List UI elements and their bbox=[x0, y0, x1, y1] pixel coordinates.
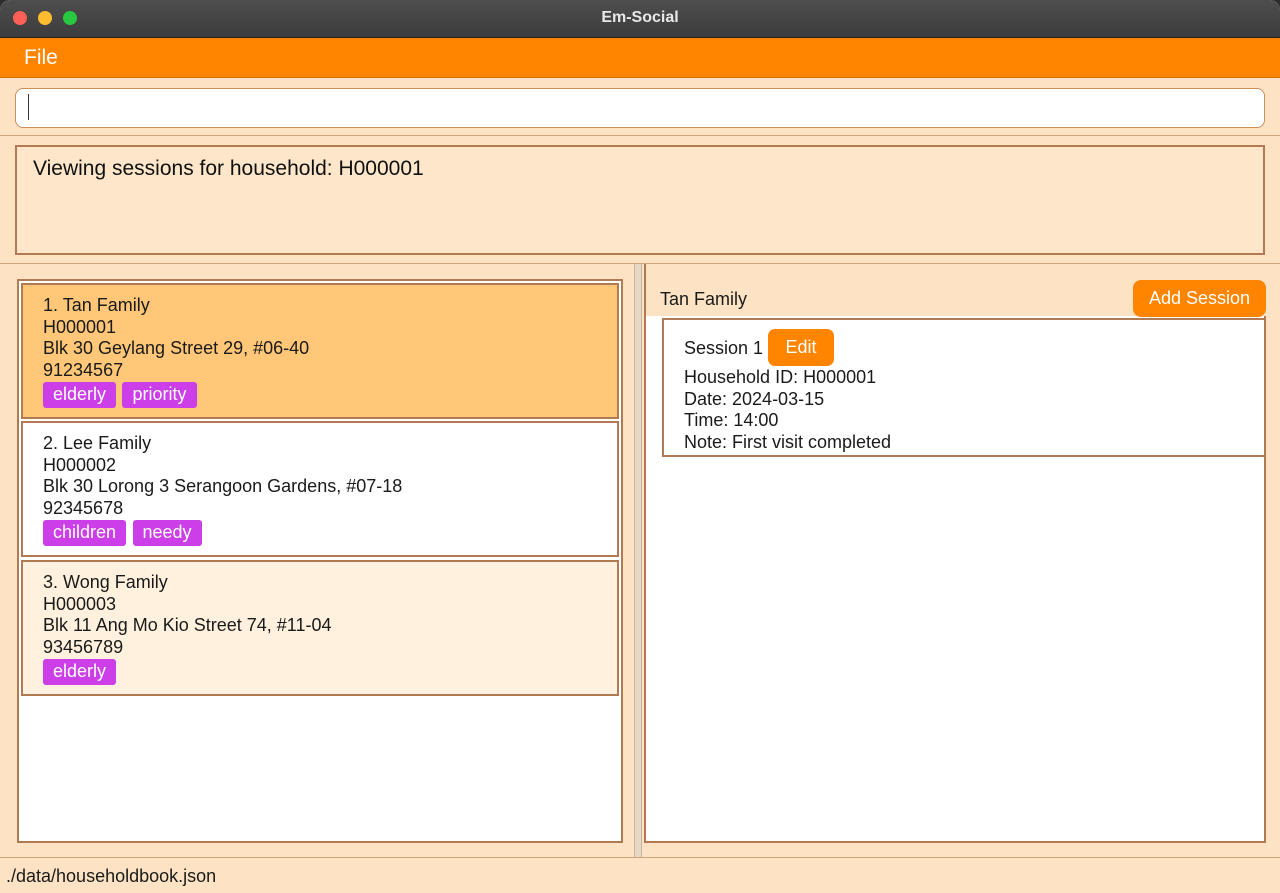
session-title: Session 1 bbox=[684, 338, 764, 358]
tag: elderly bbox=[43, 659, 117, 685]
household-card[interactable]: 2. Lee Family H000002 Blk 30 Lorong 3 Se… bbox=[21, 421, 619, 557]
add-session-button[interactable]: Add Session bbox=[1133, 280, 1266, 317]
session-time: Time: 14:00 bbox=[684, 410, 779, 430]
household-index: 3. bbox=[43, 572, 59, 592]
session-details: Household ID: H000001 Date: 2024-03-15 T… bbox=[684, 367, 891, 453]
household-phone: 92345678 bbox=[43, 497, 124, 518]
data-file-path: ./data/householdbook.json bbox=[6, 866, 217, 886]
menu-bar: File bbox=[0, 38, 1280, 78]
household-list[interactable]: 1. Tan Family H000001 Blk 30 Geylang Str… bbox=[17, 279, 623, 843]
household-id: H000001 bbox=[43, 316, 117, 337]
household-index: 1. bbox=[43, 295, 59, 315]
household-card[interactable]: 3. Wong Family H000003 Blk 11 Ang Mo Kio… bbox=[21, 560, 619, 696]
tag-list: children needy bbox=[43, 520, 597, 546]
household-id: H000002 bbox=[43, 454, 117, 475]
tag: children bbox=[43, 520, 127, 546]
title-bar: Em-Social bbox=[0, 0, 1280, 38]
household-address: Blk 30 Lorong 3 Serangoon Gardens, #07-1… bbox=[43, 476, 403, 496]
session-card[interactable]: Session 1 Edit Household ID: H000001 Dat… bbox=[662, 318, 1266, 457]
household-name: Tan Family bbox=[62, 295, 150, 315]
result-display: Viewing sessions for household: H000001 bbox=[15, 145, 1265, 255]
household-name: Wong Family bbox=[63, 572, 168, 592]
tag-list: elderly priority bbox=[43, 382, 597, 408]
command-box bbox=[0, 79, 1280, 136]
session-list-area[interactable]: Tan Family Add Session Session 1 Edit Ho… bbox=[644, 264, 1268, 843]
menu-file[interactable]: File bbox=[24, 46, 58, 70]
household-address: Blk 30 Geylang Street 29, #06-40 bbox=[43, 338, 310, 358]
session-household-id: Household ID: H000001 bbox=[684, 367, 877, 387]
session-date: Date: 2024-03-15 bbox=[684, 388, 825, 409]
tag: priority bbox=[122, 382, 197, 408]
result-text: Viewing sessions for household: H000001 bbox=[33, 157, 424, 180]
household-phone: 91234567 bbox=[43, 359, 124, 380]
household-name-line: 3. Wong Family bbox=[43, 572, 597, 594]
window-title: Em-Social bbox=[601, 9, 679, 26]
app-window: Em-Social File Viewing sessions for hous… bbox=[0, 0, 1280, 893]
household-card[interactable]: 1. Tan Family H000001 Blk 30 Geylang Str… bbox=[21, 283, 619, 419]
household-name-line: 1. Tan Family bbox=[43, 295, 597, 317]
session-panel: Tan Family Add Session Session 1 Edit Ho… bbox=[644, 264, 1280, 858]
household-phone: 93456789 bbox=[43, 636, 124, 657]
household-name-line: 2. Lee Family bbox=[43, 433, 597, 455]
command-input[interactable] bbox=[15, 88, 1265, 128]
session-note: Note: First visit completed bbox=[684, 431, 892, 452]
text-cursor bbox=[28, 94, 29, 120]
status-bar: ./data/householdbook.json bbox=[0, 857, 1280, 893]
edit-session-button[interactable]: Edit bbox=[768, 329, 834, 366]
household-id: H000003 bbox=[43, 593, 117, 614]
main-split-pane: 1. Tan Family H000001 Blk 30 Geylang Str… bbox=[0, 263, 1280, 858]
household-address: Blk 11 Ang Mo Kio Street 74, #11-04 bbox=[43, 615, 332, 635]
household-index: 2. bbox=[43, 433, 59, 453]
household-name: Lee Family bbox=[63, 433, 152, 453]
split-divider[interactable] bbox=[634, 264, 642, 858]
selected-household-name: Tan Family bbox=[660, 289, 748, 309]
session-header: Tan Family Add Session bbox=[646, 264, 1268, 317]
tag-list: elderly bbox=[43, 659, 597, 685]
tag: elderly bbox=[43, 382, 117, 408]
tag: needy bbox=[132, 520, 202, 546]
